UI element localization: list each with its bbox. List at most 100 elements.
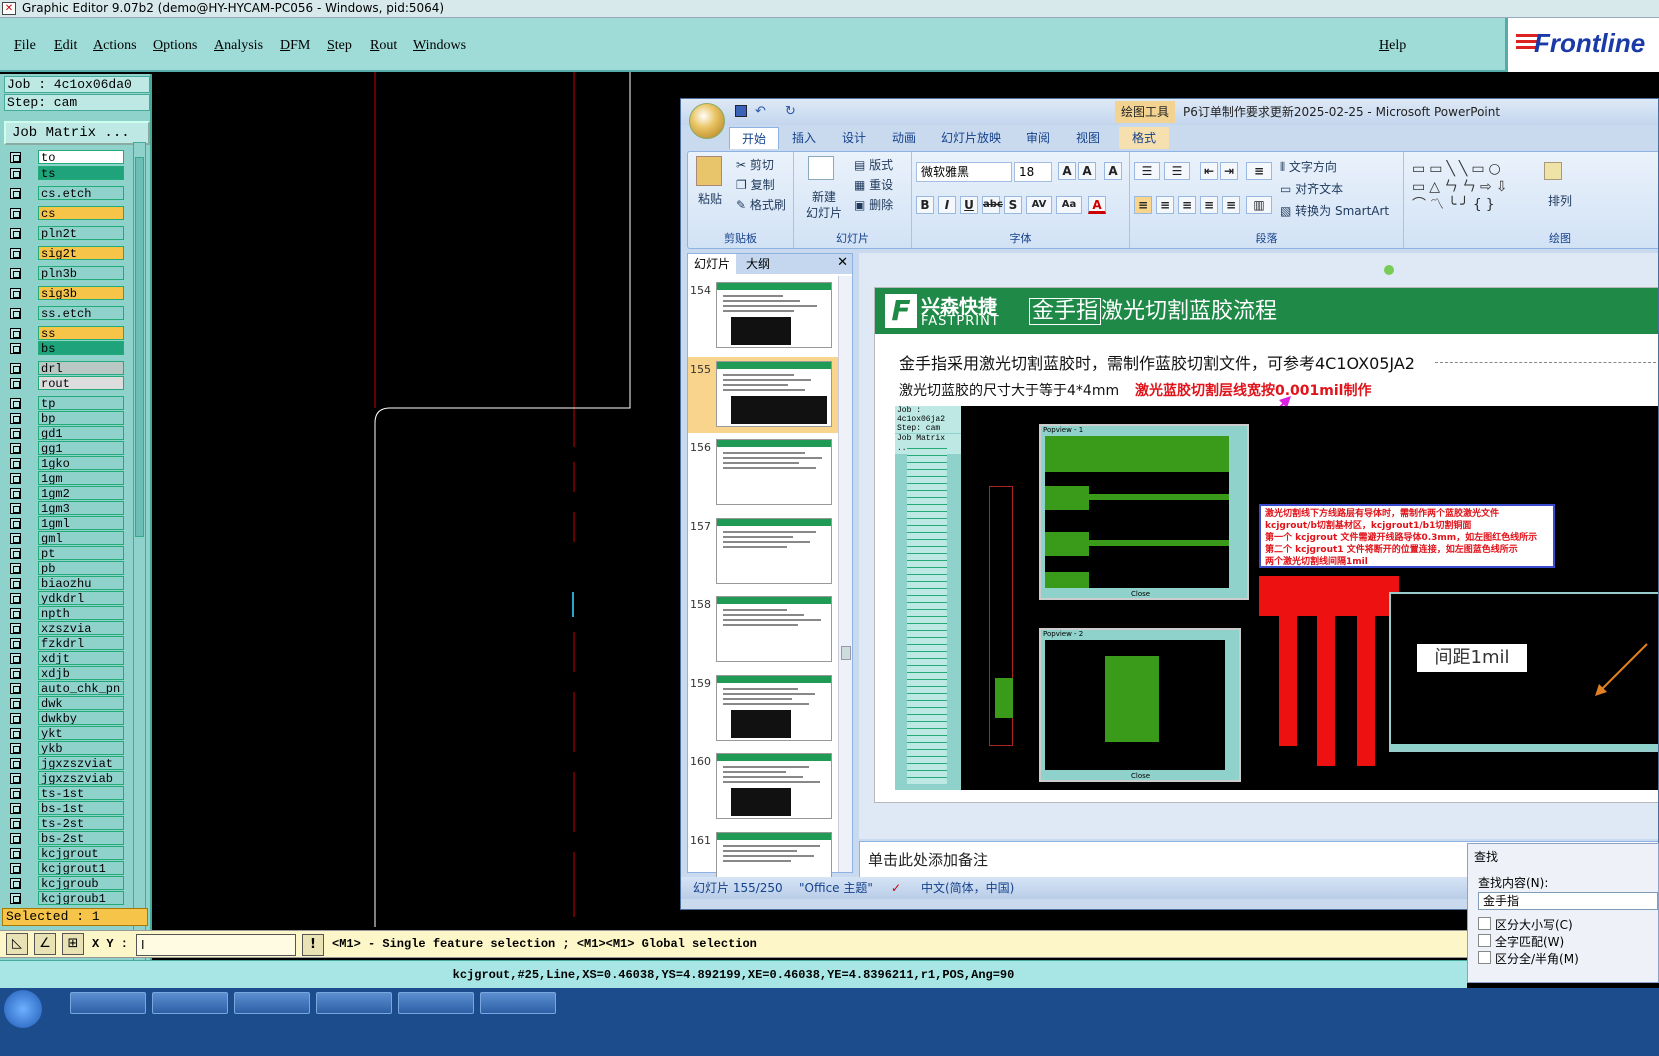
layer-row[interactable]: sig2t: [4, 246, 128, 260]
layer-name[interactable]: cs.etch: [38, 186, 124, 200]
layer-checkbox[interactable]: [10, 863, 21, 874]
layer-name[interactable]: xzszvia: [38, 621, 124, 635]
layer-row[interactable]: pln2t: [4, 226, 128, 240]
menu-step[interactable]: Step: [327, 38, 352, 54]
layer-row[interactable]: gd1: [4, 426, 128, 440]
layer-name[interactable]: pln3b: [38, 266, 124, 280]
layer-row[interactable]: 1gm2: [4, 486, 128, 500]
taskbar-item[interactable]: [398, 992, 474, 1014]
grid-icon[interactable]: ⊞: [62, 933, 84, 955]
tab-design[interactable]: 设计: [831, 127, 877, 149]
layer-name[interactable]: pt: [38, 546, 124, 560]
layer-name[interactable]: pln2t: [38, 226, 124, 240]
layer-name[interactable]: xdjt: [38, 651, 124, 665]
numbering-icon[interactable]: ☰: [1164, 162, 1190, 180]
layer-checkbox[interactable]: [10, 398, 21, 409]
layer-checkbox[interactable]: [10, 152, 21, 163]
layer-row[interactable]: ts-2st: [4, 816, 128, 830]
layer-row[interactable]: kcjgroub1: [4, 891, 128, 905]
layer-name[interactable]: dwk: [38, 696, 124, 710]
menu-edit[interactable]: Edit: [54, 38, 77, 54]
layer-name[interactable]: ts-2st: [38, 816, 124, 830]
delete-button[interactable]: ▣ 删除: [854, 196, 893, 213]
find-dialog[interactable]: 查找 查找内容(N): 金手指 区分大小写(C) 全字匹配(W) 区分全/半角(…: [1467, 843, 1659, 983]
layer-row[interactable]: gg1: [4, 441, 128, 455]
layer-row[interactable]: tp: [4, 396, 128, 410]
layer-name[interactable]: sig2t: [38, 246, 124, 260]
slide-thumbnail[interactable]: 158: [688, 592, 838, 668]
arrange-button[interactable]: 排列: [1548, 192, 1572, 209]
grow-font-icon[interactable]: A: [1058, 162, 1076, 180]
taskbar-item[interactable]: [152, 992, 228, 1014]
layer-row[interactable]: npth: [4, 606, 128, 620]
layer-row[interactable]: kcjgrout1: [4, 861, 128, 875]
menu-help[interactable]: Help: [1379, 38, 1406, 54]
smartart-button[interactable]: ▧ 转换为 SmartArt: [1280, 202, 1389, 219]
layer-row[interactable]: bp: [4, 411, 128, 425]
whole-word-checkbox[interactable]: 全字匹配(W): [1478, 933, 1564, 950]
context-tab-drawing-tools[interactable]: 绘图工具: [1115, 101, 1176, 123]
layer-name[interactable]: gg1: [38, 441, 124, 455]
office-button[interactable]: [689, 103, 725, 139]
underline-icon[interactable]: U: [960, 196, 978, 214]
layer-checkbox[interactable]: [10, 208, 21, 219]
layer-checkbox[interactable]: [10, 328, 21, 339]
taskbar-item[interactable]: [70, 992, 146, 1014]
new-slide-button[interactable]: 新建: [812, 188, 836, 205]
tab-format[interactable]: 格式: [1119, 127, 1169, 149]
line-spacing-icon[interactable]: ≡: [1246, 162, 1272, 180]
layer-checkbox[interactable]: [10, 848, 21, 859]
font-size-combo[interactable]: 18: [1014, 162, 1052, 182]
measure-icon[interactable]: ∠: [34, 933, 56, 955]
paste-button[interactable]: 粘贴: [698, 190, 722, 207]
layer-name[interactable]: ts: [38, 166, 124, 180]
layer-name[interactable]: drl: [38, 361, 124, 375]
layer-row[interactable]: pln3b: [4, 266, 128, 280]
layer-checkbox[interactable]: [10, 473, 21, 484]
layer-row[interactable]: dwkby: [4, 711, 128, 725]
layer-checkbox[interactable]: [10, 563, 21, 574]
menu-analysis[interactable]: Analysis: [214, 38, 263, 54]
layer-name[interactable]: ykt: [38, 726, 124, 740]
layer-checkbox[interactable]: [10, 773, 21, 784]
layer-checkbox[interactable]: [10, 758, 21, 769]
align-center-icon[interactable]: ≡: [1156, 196, 1174, 214]
layer-name[interactable]: gml: [38, 531, 124, 545]
layer-checkbox[interactable]: [10, 363, 21, 374]
layer-name[interactable]: 1gm2: [38, 486, 124, 500]
char-spacing-icon[interactable]: AV: [1026, 196, 1052, 214]
layer-name[interactable]: kcjgroub: [38, 876, 124, 890]
layer-row[interactable]: bs: [4, 341, 128, 355]
layer-row[interactable]: cs: [4, 206, 128, 220]
align-right-icon[interactable]: ≡: [1178, 196, 1196, 214]
layer-row[interactable]: to: [4, 150, 128, 164]
layer-name[interactable]: dwkby: [38, 711, 124, 725]
layer-row[interactable]: xdjb: [4, 666, 128, 680]
align-text-button[interactable]: ▭ 对齐文本: [1280, 180, 1343, 197]
layer-checkbox[interactable]: [10, 248, 21, 259]
layer-name[interactable]: kcjgrout: [38, 846, 124, 860]
justify-icon[interactable]: ≡: [1200, 196, 1218, 214]
layer-name[interactable]: xdjb: [38, 666, 124, 680]
layer-checkbox[interactable]: [10, 683, 21, 694]
layer-name[interactable]: bs: [38, 341, 124, 355]
layer-row[interactable]: sig3b: [4, 286, 128, 300]
layer-name[interactable]: ss.etch: [38, 306, 124, 320]
layer-name[interactable]: ykb: [38, 741, 124, 755]
match-case-checkbox[interactable]: 区分大小写(C): [1478, 916, 1573, 933]
layer-row[interactable]: jgxzszviat: [4, 756, 128, 770]
thumbnail-scrollbar[interactable]: [838, 276, 852, 872]
menu-windows[interactable]: Windows: [413, 38, 466, 54]
layer-checkbox[interactable]: [10, 168, 21, 179]
layer-row[interactable]: ydkdrl: [4, 591, 128, 605]
layer-checkbox[interactable]: [10, 833, 21, 844]
scrollbar-thumb[interactable]: [135, 157, 144, 537]
layer-name[interactable]: auto_chk_pn: [38, 681, 124, 695]
menu-options[interactable]: Options: [153, 38, 197, 54]
layer-row[interactable]: xzszvia: [4, 621, 128, 635]
font-family-combo[interactable]: 微软雅黑: [916, 162, 1012, 182]
undo-icon[interactable]: ↶: [755, 104, 766, 119]
layer-name[interactable]: biaozhu: [38, 576, 124, 590]
layer-name[interactable]: jgxzszviab: [38, 771, 124, 785]
info-icon[interactable]: !: [302, 934, 324, 956]
